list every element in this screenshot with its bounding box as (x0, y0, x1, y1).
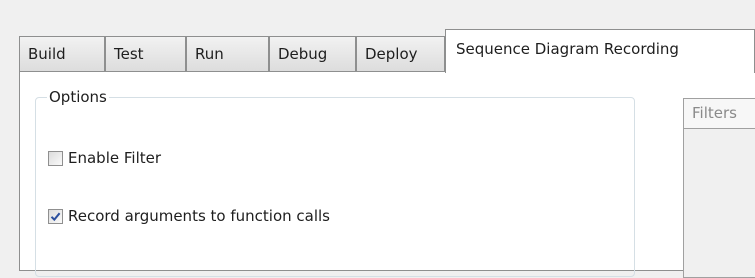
tab-strip: Build Test Run Debug Deploy Sequence Dia… (0, 0, 755, 73)
record-arguments-label: Record arguments to function calls (68, 207, 330, 225)
tab-sequence-diagram-recording[interactable]: Sequence Diagram Recording (445, 29, 755, 73)
enable-filter-label: Enable Filter (68, 149, 162, 167)
filters-panel: Filters (683, 98, 755, 278)
record-arguments-checkbox[interactable] (48, 208, 63, 224)
checkmark-icon (50, 212, 61, 221)
tab-test[interactable]: Test (105, 36, 186, 72)
tab-build[interactable]: Build (19, 36, 105, 72)
enable-filter-checkbox[interactable] (48, 150, 63, 166)
tab-build-label: Build (28, 45, 66, 63)
tab-debug[interactable]: Debug (269, 36, 356, 72)
tab-test-label: Test (114, 45, 144, 63)
tab-run-label: Run (195, 45, 224, 63)
record-arguments-checkbox-row[interactable]: Record arguments to function calls (48, 205, 330, 227)
enable-filter-checkbox-row[interactable]: Enable Filter (48, 147, 161, 169)
tab-sequence-diagram-recording-label: Sequence Diagram Recording (456, 40, 679, 58)
tab-debug-label: Debug (278, 45, 328, 63)
tab-deploy[interactable]: Deploy (356, 36, 445, 72)
options-group-label: Options (47, 88, 109, 106)
filters-header[interactable]: Filters (684, 99, 755, 129)
tab-deploy-label: Deploy (365, 45, 418, 63)
tab-run[interactable]: Run (186, 36, 269, 72)
options-groupbox (35, 97, 635, 277)
